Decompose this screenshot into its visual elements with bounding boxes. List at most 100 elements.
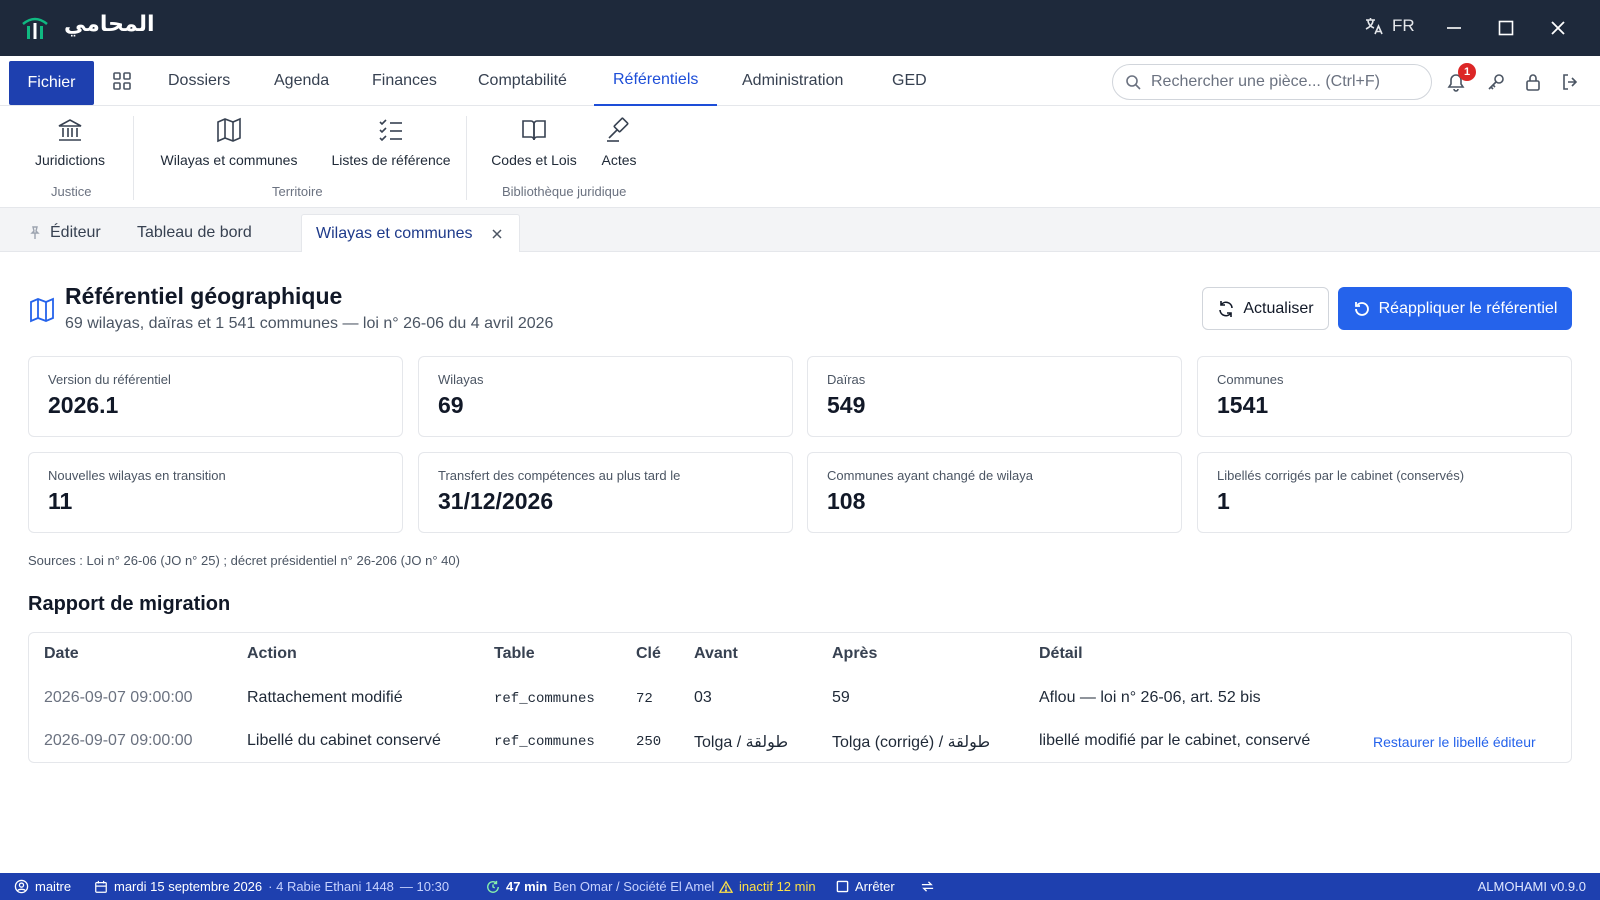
ribbon-wilayas-button[interactable]: Wilayas et communes	[158, 116, 300, 168]
map-icon	[217, 117, 241, 143]
ribbon-group-territoire: Territoire	[272, 184, 323, 199]
warning-icon	[719, 879, 733, 893]
menu-referentiels[interactable]: Référentiels	[594, 56, 718, 106]
cell-table: ref_communes	[494, 734, 595, 750]
menu-agenda[interactable]: Agenda	[274, 56, 329, 106]
status-inactive: inactif 12 min	[719, 879, 816, 894]
search-icon	[1126, 75, 1141, 90]
cell-detail: Aflou — loi n° 26-06, art. 52 bis	[1039, 689, 1261, 706]
reapply-label: Réappliquer le référentiel	[1378, 299, 1558, 317]
migration-title: Rapport de migration	[28, 593, 231, 615]
reapply-referentiel-button[interactable]: Réappliquer le référentiel	[1338, 287, 1572, 330]
stat-label: Transfert des compétences au plus tard l…	[438, 468, 681, 483]
ribbon-listes-label: Listes de référence	[331, 152, 451, 168]
ribbon-group-bibliotheque: Bibliothèque juridique	[502, 184, 627, 199]
sources-note: Sources : Loi n° 26-06 (JO n° 25) ; décr…	[28, 553, 460, 568]
menu-ged[interactable]: GED	[892, 56, 927, 106]
stop-label: Arrêter	[855, 879, 895, 894]
menu-administration[interactable]: Administration	[742, 56, 843, 106]
status-bar: maitre mardi 15 septembre 2026 · 4 Rabie…	[0, 873, 1600, 900]
pin-icon	[30, 226, 40, 239]
checklist-icon	[379, 119, 402, 142]
column-header-key: Clé	[636, 645, 661, 662]
tab-dashboard[interactable]: Tableau de bord	[123, 214, 266, 252]
restore-editor-label-link[interactable]: Restaurer le libellé éditeur	[1373, 734, 1536, 750]
stat-card-wilayas: Wilayas 69	[418, 356, 793, 437]
stat-label: Communes ayant changé de wilaya	[827, 468, 1033, 483]
maximize-icon	[1498, 20, 1514, 36]
grid-icon	[113, 72, 131, 90]
stat-label: Version du référentiel	[48, 372, 171, 387]
status-date: mardi 15 septembre 2026 · 4 Rabie Ethani…	[94, 879, 449, 894]
stat-value: 1	[1217, 488, 1230, 514]
lock-button[interactable]	[1521, 70, 1545, 94]
ribbon-actes-label: Actes	[601, 152, 637, 168]
language-label: FR	[1392, 16, 1415, 35]
calendar-icon	[95, 880, 107, 893]
minimize-icon	[1447, 27, 1461, 29]
cell-key: 72	[636, 691, 653, 707]
column-header-date: Date	[44, 645, 79, 662]
user-circle-icon	[14, 879, 29, 894]
ribbon-wilayas-label: Wilayas et communes	[160, 152, 298, 168]
menu-comptabilite[interactable]: Comptabilité	[478, 56, 567, 106]
ribbon: Juridictions Justice Wilayas et communes…	[0, 106, 1600, 208]
apps-grid-button[interactable]	[112, 56, 132, 106]
menu-bar: Fichier Dossiers Agenda Finances Comptab…	[0, 56, 1600, 106]
maximize-button[interactable]	[1490, 12, 1522, 44]
rotate-ccw-icon	[1354, 301, 1369, 316]
refresh-icon	[1219, 300, 1234, 317]
sync-button[interactable]	[920, 879, 935, 894]
logout-icon	[1563, 74, 1578, 90]
column-header-detail: Détail	[1039, 645, 1083, 662]
stat-value: 2026.1	[48, 392, 119, 418]
stop-icon	[836, 880, 849, 893]
translate-icon	[1365, 18, 1383, 35]
stat-value: 549	[827, 392, 866, 418]
tab-editor-label: Éditeur	[50, 224, 101, 241]
ribbon-listes-button[interactable]: Listes de référence	[321, 116, 461, 168]
column-header-table: Table	[494, 645, 535, 662]
stop-timer-button[interactable]: Arrêter	[836, 879, 895, 894]
cell-action: Libellé du cabinet conservé	[247, 732, 441, 749]
app-version: ALMOHAMI v0.9.0	[1477, 879, 1586, 894]
gavel-icon	[607, 117, 629, 142]
close-window-button[interactable]	[1542, 12, 1574, 44]
language-switch[interactable]: FR	[1364, 16, 1415, 36]
refresh-button[interactable]: Actualiser	[1202, 287, 1329, 330]
cell-before: 03	[694, 689, 712, 706]
status-user[interactable]: maitre	[14, 879, 71, 894]
status-hijri-date: · 4 Rabie Ethani 1448	[268, 879, 394, 894]
ribbon-juridictions-button[interactable]: Juridictions	[34, 116, 106, 168]
ribbon-group-justice: Justice	[51, 184, 92, 199]
tab-wilayas-communes[interactable]: Wilayas et communes	[301, 214, 520, 252]
ribbon-juridictions-label: Juridictions	[34, 152, 106, 168]
cell-after: 59	[832, 689, 850, 706]
status-timer: 47 min Ben Omar / Société El Amel	[486, 879, 714, 894]
sync-icon	[921, 881, 934, 892]
cell-date: 2026-09-07 09:00:00	[44, 732, 193, 749]
logout-button[interactable]	[1558, 70, 1582, 94]
stat-label: Nouvelles wilayas en transition	[48, 468, 226, 483]
ribbon-codes-button[interactable]: Codes et Lois	[490, 116, 578, 168]
key-button[interactable]	[1484, 70, 1508, 94]
search-input[interactable]	[1151, 73, 1411, 91]
column-header-before: Avant	[694, 645, 738, 662]
tab-editor[interactable]: Éditeur	[14, 214, 115, 252]
timer-icon	[487, 880, 499, 893]
minimize-button[interactable]	[1438, 12, 1470, 44]
title-bar: المحامي FR	[0, 0, 1600, 56]
tab-wilayas-label: Wilayas et communes	[316, 224, 473, 242]
cell-action: Rattachement modifié	[247, 689, 403, 706]
stat-card-libelles: Libellés corrigés par le cabinet (conser…	[1197, 452, 1572, 533]
ribbon-actes-button[interactable]: Actes	[598, 116, 640, 168]
cell-before: Tolga / طولقة	[694, 734, 789, 751]
close-tab-icon[interactable]	[491, 228, 503, 240]
menu-dossiers[interactable]: Dossiers	[168, 56, 230, 106]
close-icon	[1551, 21, 1565, 35]
menu-finances[interactable]: Finances	[372, 56, 437, 106]
menu-fichier[interactable]: Fichier	[9, 61, 94, 105]
status-timer-value: 47 min	[506, 879, 548, 894]
stat-label: Libellés corrigés par le cabinet (conser…	[1217, 468, 1465, 483]
stat-card-version: Version du référentiel 2026.1	[28, 356, 403, 437]
